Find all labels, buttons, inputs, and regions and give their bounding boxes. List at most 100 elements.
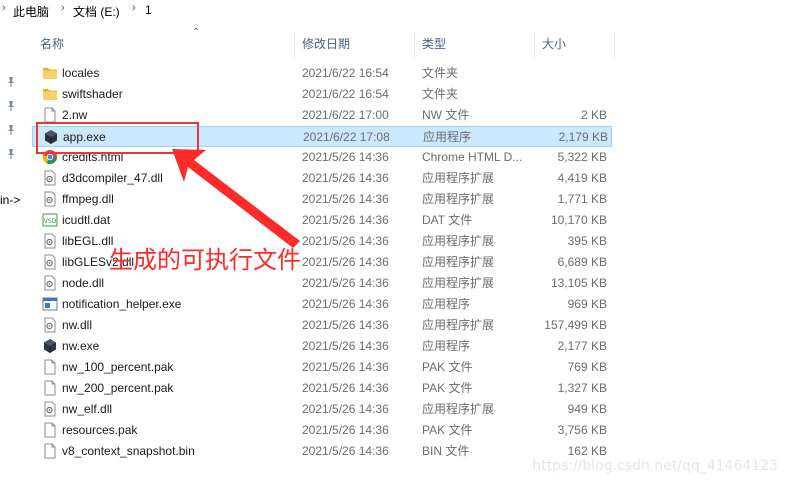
file-size: 1,771 KB <box>557 192 607 206</box>
column-header-name[interactable]: 名称 <box>32 30 294 60</box>
annotation-label: 生成的可执行文件 <box>109 246 301 274</box>
navigation-pane: in-> <box>0 22 22 484</box>
file-type: PAK 文件 <box>422 423 473 437</box>
breadcrumb-separator: › <box>2 2 6 14</box>
file-modified-date: 2021/6/22 16:54 <box>302 87 389 101</box>
file-name: v8_context_snapshot.bin <box>62 444 195 458</box>
file-row[interactable]: nw_elf.dll 2021/5/26 14:36 应用程序扩展 949 KB <box>32 399 612 420</box>
file-row[interactable]: locales 2021/6/22 16:54 文件夹 <box>32 63 612 84</box>
file-row[interactable]: node.dll 2021/5/26 14:36 应用程序扩展 13,105 KB <box>32 273 612 294</box>
address-bar: › 此电脑 › 文档 (E:) › 1 <box>0 0 786 22</box>
file-row[interactable]: nw_100_percent.pak 2021/5/26 14:36 PAK 文件 7… <box>32 357 612 378</box>
file-modified-date: 2021/5/26 14:36 <box>302 234 389 248</box>
file-row[interactable]: nw_200_percent.pak 2021/5/26 14:36 PAK 文件 1… <box>32 378 612 399</box>
column-header-date[interactable]: 修改日期 <box>294 30 414 60</box>
exe-window-icon <box>42 296 58 313</box>
file-name: node.dll <box>62 276 105 290</box>
file-row[interactable]: d3dcompiler_47.dll 2021/5/26 14:36 应用程序扩展 4… <box>32 168 612 189</box>
file-modified-date: 2021/5/26 14:36 <box>302 318 389 332</box>
file-row[interactable]: swiftshader 2021/6/22 16:54 文件夹 <box>32 84 612 105</box>
file-type: 应用程序扩展 <box>422 402 495 416</box>
file-size: 1,327 KB <box>557 381 607 395</box>
column-divider[interactable] <box>614 32 615 58</box>
file-type: 应用程序扩展 <box>422 276 495 290</box>
file-modified-date: 2021/5/26 14:36 <box>302 381 389 395</box>
file-type: 文件夹 <box>422 87 459 101</box>
file-row[interactable]: VSD icudtl.dat 2021/5/26 14:36 DAT 文件 10,170… <box>32 210 612 231</box>
file-size: 2,177 KB <box>557 339 607 353</box>
file-name: locales <box>62 66 100 80</box>
file-size: 6,689 KB <box>557 255 607 269</box>
file-icon <box>42 422 58 439</box>
file-modified-date: 2021/5/26 14:36 <box>302 171 389 185</box>
dll-icon <box>42 233 58 250</box>
file-name: d3dcompiler_47.dll <box>62 171 163 185</box>
column-header-row: ⌃ 名称 修改日期 类型 大小 <box>32 27 622 60</box>
file-type: 应用程序 <box>423 130 472 144</box>
file-type: 应用程序扩展 <box>422 318 495 332</box>
file-size <box>537 84 607 105</box>
file-type: DAT 文件 <box>422 213 473 227</box>
file-modified-date: 2021/5/26 14:36 <box>302 423 389 437</box>
column-header-size[interactable]: 大小 <box>534 30 614 60</box>
file-modified-date: 2021/5/26 14:36 <box>302 444 389 458</box>
file-modified-date: 2021/5/26 14:36 <box>302 402 389 416</box>
nav-item-partial[interactable]: in-> <box>0 193 20 207</box>
file-name: nw_100_percent.pak <box>62 360 174 374</box>
file-type: PAK 文件 <box>422 360 473 374</box>
file-type: 应用程序 <box>422 339 471 353</box>
file-size: 4,419 KB <box>557 171 607 185</box>
file-size: 395 KB <box>567 234 607 248</box>
file-size: 949 KB <box>567 402 607 416</box>
column-header-type[interactable]: 类型 <box>414 30 534 60</box>
file-size <box>537 63 607 84</box>
pin-icon[interactable] <box>5 76 17 88</box>
file-size: 10,170 KB <box>550 213 607 227</box>
file-type: 应用程序 <box>422 297 471 311</box>
file-icon <box>42 380 58 397</box>
file-type: 应用程序扩展 <box>422 192 495 206</box>
dll-icon <box>42 401 58 418</box>
file-type: BIN 文件 <box>422 444 470 458</box>
file-type: PAK 文件 <box>422 381 473 395</box>
file-name: nw.exe <box>62 339 100 353</box>
file-name: nw_200_percent.pak <box>62 381 174 395</box>
dll-icon <box>42 254 58 271</box>
breadcrumb-drive-e[interactable]: 文档 (E:) <box>73 3 120 20</box>
folder-icon <box>42 86 58 103</box>
breadcrumb-separator: › <box>61 2 65 14</box>
file-modified-date: 2021/6/22 16:54 <box>302 66 389 80</box>
file-size: 5,322 KB <box>557 150 607 164</box>
file-modified-date: 2021/6/22 17:00 <box>302 108 389 122</box>
file-type: 文件夹 <box>422 66 459 80</box>
file-modified-date: 2021/5/26 14:36 <box>302 192 389 206</box>
file-modified-date: 2021/5/26 14:36 <box>302 276 389 290</box>
pin-icon[interactable] <box>5 124 17 136</box>
file-row[interactable]: ffmpeg.dll 2021/5/26 14:36 应用程序扩展 1,771 KB <box>32 189 612 210</box>
file-row[interactable]: nw.exe 2021/5/26 14:36 应用程序 2,177 KB <box>32 336 612 357</box>
file-modified-date: 2021/5/26 14:36 <box>302 360 389 374</box>
file-size: 969 KB <box>567 297 607 311</box>
file-name: ffmpeg.dll <box>62 192 114 206</box>
breadcrumb-this-pc[interactable]: 此电脑 <box>13 3 49 20</box>
file-type: 应用程序扩展 <box>422 171 495 185</box>
file-name: swiftshader <box>62 87 123 101</box>
svg-text:VSD: VSD <box>44 218 57 225</box>
file-type: Chrome HTML D... <box>422 150 523 164</box>
dat-icon: VSD <box>42 212 58 229</box>
watermark: https://blog.csdn.net/qq_41464123 <box>532 458 778 474</box>
file-size: 2,179 KB <box>558 130 608 144</box>
pin-icon[interactable] <box>5 148 17 160</box>
file-row[interactable]: notification_helper.exe 2021/5/26 14:36 应用… <box>32 294 612 315</box>
file-row[interactable]: nw.dll 2021/5/26 14:36 应用程序扩展 157,499 KB <box>32 315 612 336</box>
file-row[interactable]: resources.pak 2021/5/26 14:36 PAK 文件 3,756 … <box>32 420 612 441</box>
file-row[interactable]: v8_context_snapshot.bin 2021/5/26 14:36 BI… <box>32 441 612 462</box>
folder-icon <box>42 65 58 82</box>
file-modified-date: 2021/6/22 17:08 <box>303 130 390 144</box>
file-name: icudtl.dat <box>62 213 111 227</box>
file-name: nw.dll <box>62 318 93 332</box>
breadcrumb-separator: › <box>132 2 136 14</box>
breadcrumb-folder-1[interactable]: 1 <box>145 3 152 17</box>
nw-app-icon <box>42 338 58 355</box>
pin-icon[interactable] <box>5 100 17 112</box>
